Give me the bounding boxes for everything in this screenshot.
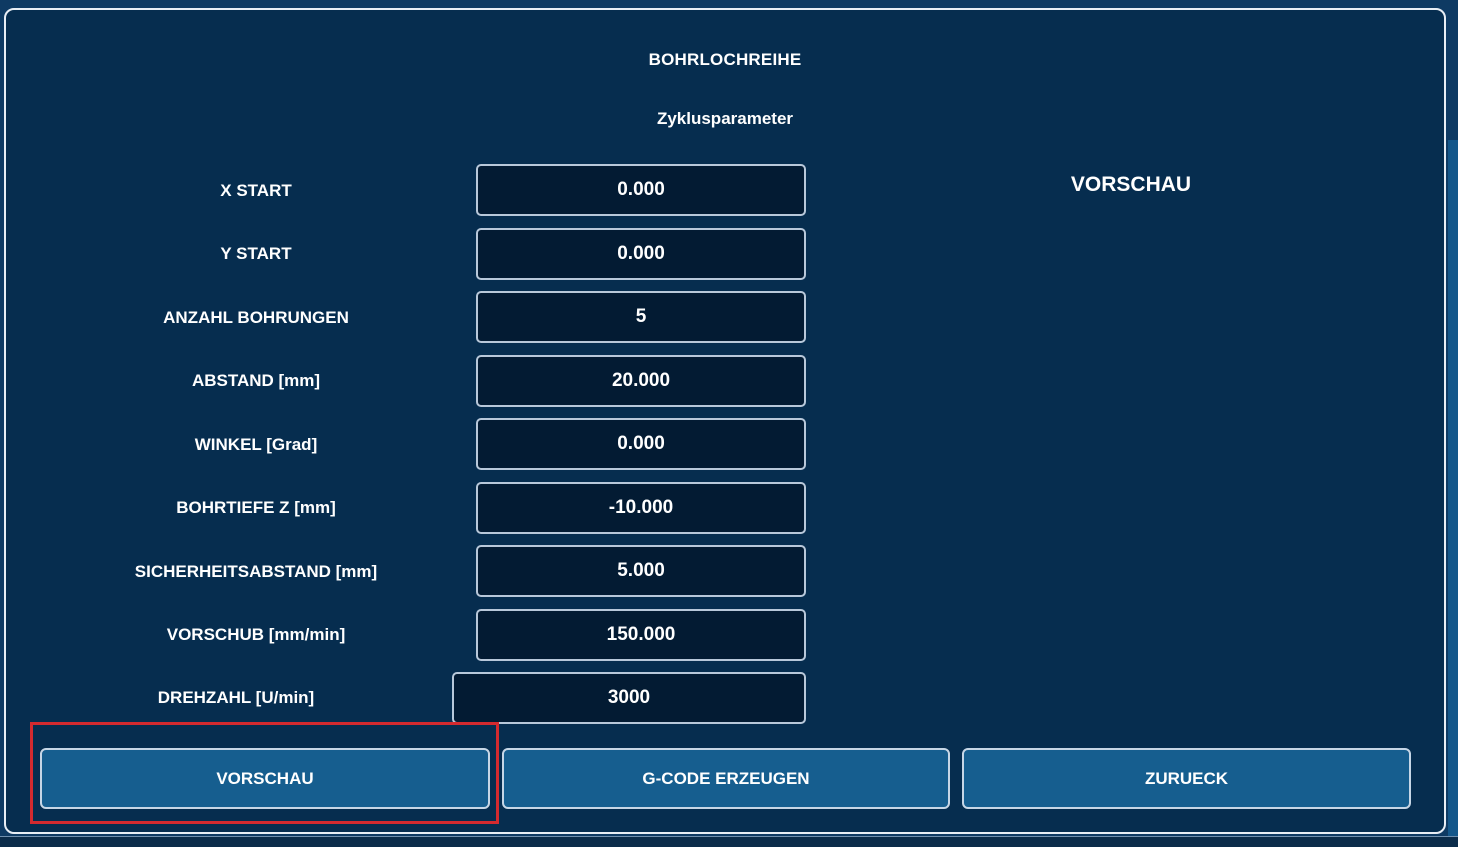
drill-depth-input[interactable] bbox=[476, 482, 806, 534]
spacing-label: ABSTAND [mm] bbox=[191, 371, 321, 390]
safety-distance-input[interactable] bbox=[476, 545, 806, 597]
spindle-speed-label: DREHZAHL [U/min] bbox=[157, 688, 315, 707]
feed-rate-input[interactable] bbox=[476, 609, 806, 661]
x-start-input[interactable] bbox=[476, 164, 806, 216]
dialog-subtitle: Zyklusparameter bbox=[656, 109, 794, 128]
feed-rate-label: VORSCHUB [mm/min] bbox=[166, 625, 346, 644]
back-button[interactable]: ZURUECK bbox=[962, 748, 1411, 809]
spacing-input[interactable] bbox=[476, 355, 806, 407]
y-start-input[interactable] bbox=[476, 228, 806, 280]
x-start-label: X START bbox=[220, 181, 292, 200]
hole-count-label: ANZAHL BOHRUNGEN bbox=[163, 308, 349, 327]
hole-count-input[interactable] bbox=[476, 291, 806, 343]
spindle-speed-input[interactable] bbox=[452, 672, 806, 724]
safety-distance-label: SICHERHEITSABSTAND [mm] bbox=[134, 562, 378, 581]
background-bottom-strip bbox=[0, 836, 1458, 847]
preview-button[interactable]: VORSCHAU bbox=[40, 748, 490, 809]
y-start-label: Y START bbox=[220, 244, 292, 263]
background-right-strip bbox=[1448, 140, 1458, 840]
generate-gcode-button[interactable]: G-CODE ERZEUGEN bbox=[502, 748, 950, 809]
angle-input[interactable] bbox=[476, 418, 806, 470]
dialog-title: BOHRLOCHREIHE bbox=[648, 50, 802, 69]
angle-label: WINKEL [Grad] bbox=[194, 435, 318, 454]
drill-depth-label: BOHRTIEFE Z [mm] bbox=[176, 498, 336, 517]
preview-area-label: VORSCHAU bbox=[1070, 173, 1192, 196]
